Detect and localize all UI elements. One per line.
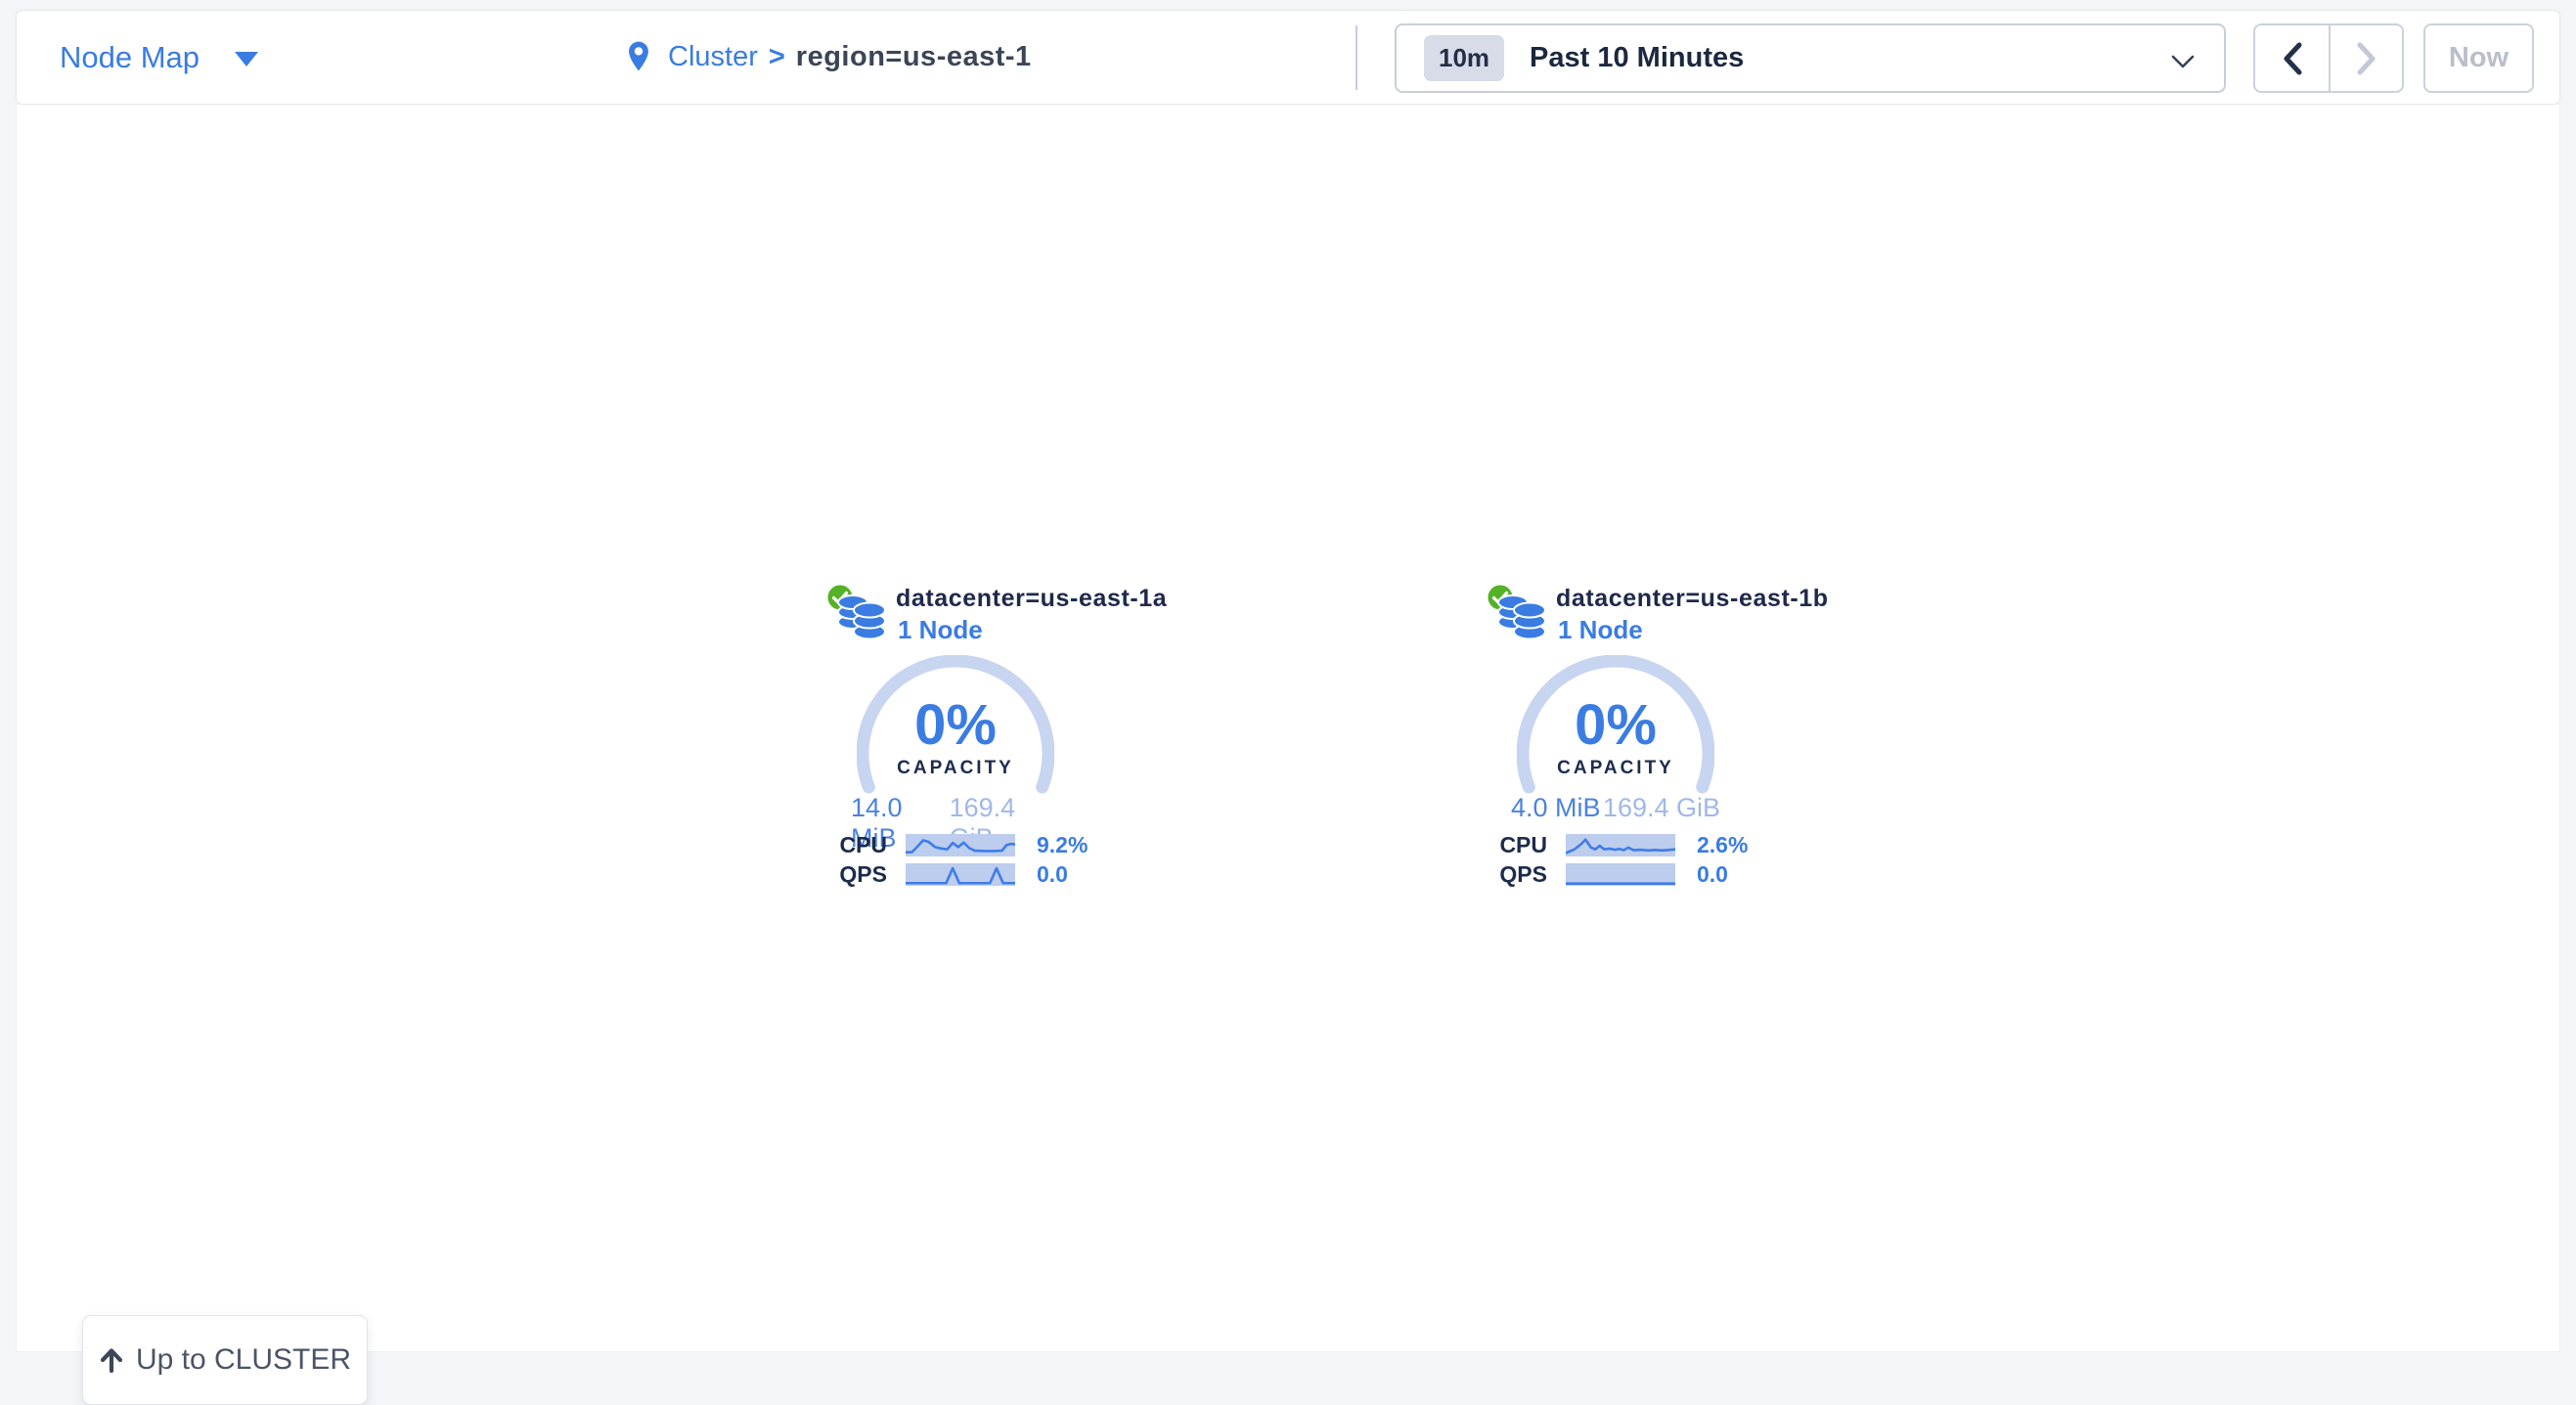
datacenter-node-count: 1 Node xyxy=(1558,615,1643,645)
datacenter-card-us-east-1a[interactable]: datacenter=us-east-1a 1 Node 0% CAPACITY… xyxy=(789,577,1127,895)
arrow-up-icon xyxy=(99,1346,124,1374)
toolbar-divider xyxy=(1355,25,1357,90)
breadcrumb-separator: > xyxy=(769,41,785,73)
capacity-used: 4.0 MiB xyxy=(1511,793,1601,823)
qps-label: QPS xyxy=(1449,861,1547,888)
cpu-value: 2.6% xyxy=(1697,832,1748,858)
cpu-label: CPU xyxy=(789,832,887,858)
qps-value: 0.0 xyxy=(1037,861,1068,888)
cpu-sparkline xyxy=(1566,834,1675,856)
qps-value: 0.0 xyxy=(1697,861,1728,888)
capacity-total: 169.4 GiB xyxy=(1603,793,1720,823)
time-step-button-group xyxy=(2253,23,2404,93)
cpu-label: CPU xyxy=(1449,832,1547,858)
datacenter-title: datacenter=us-east-1b xyxy=(1556,585,1829,613)
capacity-label: CAPACITY xyxy=(857,758,1054,779)
up-to-cluster-label: Up to CLUSTER xyxy=(136,1343,351,1377)
up-to-cluster-button[interactable]: Up to CLUSTER xyxy=(82,1315,368,1405)
breadcrumb-cluster-link[interactable]: Cluster xyxy=(668,41,758,73)
cpu-sparkline xyxy=(906,834,1015,856)
now-button[interactable]: Now xyxy=(2423,23,2534,93)
datacenter-title: datacenter=us-east-1a xyxy=(896,585,1167,613)
time-step-forward-button[interactable] xyxy=(2329,25,2402,91)
time-range-dropdown[interactable]: 10m Past 10 Minutes xyxy=(1395,23,2226,93)
view-selector-dropdown[interactable]: Node Map xyxy=(60,11,258,104)
breadcrumb: Cluster > region=us-east-1 xyxy=(625,11,1032,104)
datacenter-node-count: 1 Node xyxy=(898,615,983,645)
view-selector-label: Node Map xyxy=(60,40,200,75)
time-range-badge: 10m xyxy=(1424,35,1504,81)
location-pin-icon xyxy=(625,40,652,75)
capacity-values-row: 4.0 MiB 169.4 GiB xyxy=(1511,793,1720,823)
qps-metric-row: QPS 0.0 xyxy=(789,862,1068,886)
caret-down-icon xyxy=(235,52,258,66)
chevron-down-icon xyxy=(2171,55,2195,73)
cpu-metric-row: CPU 2.6% xyxy=(1449,833,1748,856)
qps-sparkline xyxy=(906,863,1015,886)
database-stack-icon xyxy=(836,593,887,646)
cpu-metric-row: CPU 9.2% xyxy=(789,833,1088,856)
capacity-label: CAPACITY xyxy=(1517,758,1714,779)
cpu-value: 9.2% xyxy=(1037,832,1088,858)
datacenter-card-us-east-1b[interactable]: datacenter=us-east-1b 1 Node 0% CAPACITY… xyxy=(1449,577,1787,895)
time-range-label: Past 10 Minutes xyxy=(1530,42,1744,74)
database-stack-icon xyxy=(1496,593,1547,646)
capacity-percentage: 0% xyxy=(857,692,1054,758)
time-step-back-button[interactable] xyxy=(2255,25,2329,91)
toolbar: Node Map Cluster > region=us-east-1 10m … xyxy=(16,10,2560,105)
capacity-percentage: 0% xyxy=(1517,692,1714,758)
qps-label: QPS xyxy=(789,861,887,888)
node-map-canvas: datacenter=us-east-1a 1 Node 0% CAPACITY… xyxy=(16,105,2560,1352)
qps-sparkline xyxy=(1566,863,1675,886)
qps-metric-row: QPS 0.0 xyxy=(1449,862,1728,886)
breadcrumb-current: region=us-east-1 xyxy=(796,41,1032,73)
